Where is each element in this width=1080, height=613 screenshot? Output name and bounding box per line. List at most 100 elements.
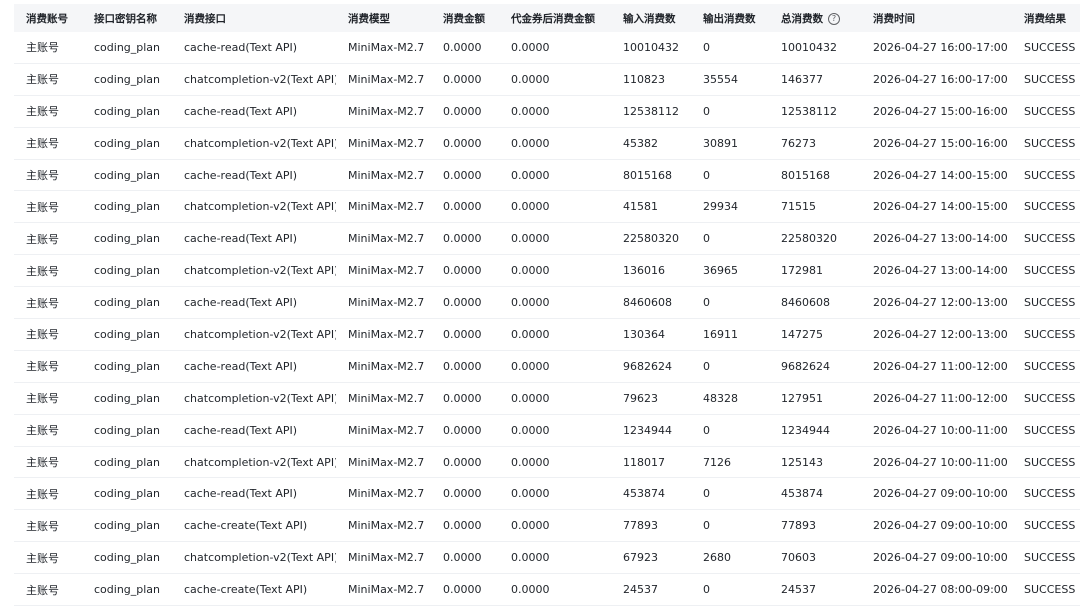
cell-amount-after-voucher: 0.0000 bbox=[499, 222, 611, 256]
cell-account: 主账号 bbox=[14, 477, 82, 511]
cell-total-count: 12538112 bbox=[769, 95, 861, 128]
cell-api-key-name: coding_plan bbox=[82, 605, 172, 613]
cell-total-count: 146377 bbox=[769, 63, 861, 96]
cell-total-count: 147275 bbox=[769, 318, 861, 351]
column-header-time: 消费时间 bbox=[861, 4, 1012, 32]
cell-api-key-name: coding_plan bbox=[82, 541, 172, 575]
cell-time: 2026-04-27 09:00-10:00 bbox=[861, 509, 1012, 543]
cell-model: MiniMax-M2.7 bbox=[336, 63, 431, 96]
cell-output-count: 0 bbox=[691, 286, 769, 320]
cell-api: chatcompletion-v2(Text API) bbox=[172, 446, 336, 479]
cell-output-count: 35554 bbox=[691, 63, 769, 96]
cell-output-count: 126 bbox=[691, 605, 769, 613]
cell-model: MiniMax-M2.7 bbox=[336, 254, 431, 288]
table-row: 主账号 coding_plan cache-read(Text API) MiniMa… bbox=[14, 286, 1080, 320]
table-header-row: 消费账号 接口密钥名称 消费接口 消费模型 消费金额 代金券后消费金额 输入消费… bbox=[14, 4, 1080, 32]
cell-input-count: 10010432 bbox=[611, 32, 691, 64]
cell-amount-after-voucher: 0.0000 bbox=[499, 286, 611, 320]
cell-amount-after-voucher: 0.0000 bbox=[499, 95, 611, 128]
cell-time: 2026-04-27 08:00-09:00 bbox=[861, 573, 1012, 607]
column-header-model: 消费模型 bbox=[336, 4, 431, 32]
cell-result: SUCCESS bbox=[1012, 190, 1080, 224]
cell-api-key-name: coding_plan bbox=[82, 190, 172, 224]
cell-output-count: 0 bbox=[691, 32, 769, 64]
cell-model: MiniMax-M2.7 bbox=[336, 318, 431, 351]
cell-result: SUCCESS bbox=[1012, 95, 1080, 128]
cell-amount: 0.0000 bbox=[431, 254, 499, 288]
table-row: 主账号coding_planchatcompletion-v2(Text API… bbox=[14, 541, 1080, 575]
cell-input-count: 118017 bbox=[611, 446, 691, 479]
table-row: 主账号coding_planchatcompletion-v2(Text API… bbox=[14, 254, 1080, 288]
cell-result: SUCCESS bbox=[1012, 286, 1080, 320]
cell-output-count: 48328 bbox=[691, 382, 769, 415]
cell-api: chatcompletion-v2(Text API) bbox=[172, 63, 336, 96]
cell-account: 主账号 bbox=[14, 254, 82, 288]
cell-model: MiniMax-M2.7 bbox=[336, 477, 431, 511]
cell-output-count: 0 bbox=[691, 477, 769, 511]
cell-amount-after-voucher: 0.0000 bbox=[499, 318, 611, 351]
cell-input-count: 77893 bbox=[611, 509, 691, 543]
cell-result: SUCCESS bbox=[1012, 127, 1080, 160]
cell-amount-after-voucher: 0.0000 bbox=[499, 382, 611, 415]
cell-amount: 0.0000 bbox=[431, 509, 499, 543]
cell-amount-after-voucher: 0.0000 bbox=[499, 63, 611, 96]
cell-amount-after-voucher: 0.0000 bbox=[499, 414, 611, 447]
cell-api: cache-read(Text API) bbox=[172, 286, 336, 320]
cell-amount: 0.0000 bbox=[431, 63, 499, 96]
cell-amount-after-voucher: 0.0000 bbox=[499, 446, 611, 479]
cell-account: 主账号 bbox=[14, 190, 82, 224]
cell-total-count: 10010432 bbox=[769, 32, 861, 64]
cell-model: MiniMax-M2.7 bbox=[336, 573, 431, 607]
cell-input-count: 136016 bbox=[611, 254, 691, 288]
table-row: 主账号coding_planchatcompletion-v2(Text API… bbox=[14, 190, 1080, 224]
cell-output-count: 0 bbox=[691, 222, 769, 256]
cell-api-key-name: coding_plan bbox=[82, 414, 172, 447]
cell-output-count: 0 bbox=[691, 95, 769, 128]
cell-api: chatcompletion-v2(Text API) bbox=[172, 605, 336, 613]
cell-result: SUCCESS bbox=[1012, 32, 1080, 64]
cell-time: 2026-04-27 15:00-16:00 bbox=[861, 95, 1012, 128]
cell-amount-after-voucher: 0.0000 bbox=[499, 127, 611, 160]
cell-amount: 0.0000 bbox=[431, 32, 499, 64]
cell-model: MiniMax-M2.7 bbox=[336, 605, 431, 613]
cell-time: 2026-04-27 10:00-11:00 bbox=[861, 414, 1012, 447]
cell-amount: 0.0000 bbox=[431, 190, 499, 224]
cell-model: MiniMax-M2.7 bbox=[336, 382, 431, 415]
cell-total-count: 8015168 bbox=[769, 159, 861, 192]
cell-output-count: 0 bbox=[691, 509, 769, 543]
table-row: 主账号 coding_plan cache-read(Text API) MiniMa… bbox=[14, 95, 1080, 128]
column-header-api: 消费接口 bbox=[172, 4, 336, 32]
cell-api-key-name: coding_plan bbox=[82, 286, 172, 320]
cell-time: 2026-04-27 10:00-11:00 bbox=[861, 446, 1012, 479]
cell-account: 主账号 bbox=[14, 509, 82, 543]
column-header-account: 消费账号 bbox=[14, 4, 82, 32]
cell-time: 2026-04-27 11:00-12:00 bbox=[861, 350, 1012, 383]
cell-amount: 0.0000 bbox=[431, 477, 499, 511]
column-header-amount-after-voucher: 代金券后消费金额 bbox=[499, 4, 611, 32]
cell-total-count: 24537 bbox=[769, 573, 861, 607]
question-circle-icon[interactable]: ? bbox=[828, 12, 840, 25]
cell-api-key-name: coding_plan bbox=[82, 222, 172, 256]
cell-result: SUCCESS bbox=[1012, 477, 1080, 511]
cell-amount: 0.0000 bbox=[431, 286, 499, 320]
table-row: 主账号coding_planchatcompletion-v2(Text API… bbox=[14, 318, 1080, 351]
cell-amount: 0.0000 bbox=[431, 605, 499, 613]
cell-account: 主账号 bbox=[14, 446, 82, 479]
cell-result: SUCCESS bbox=[1012, 573, 1080, 607]
cell-output-count: 7126 bbox=[691, 446, 769, 479]
cell-output-count: 16911 bbox=[691, 318, 769, 351]
cell-api-key-name: coding_plan bbox=[82, 382, 172, 415]
cell-api: chatcompletion-v2(Text API) bbox=[172, 318, 336, 351]
cell-total-count: 77893 bbox=[769, 509, 861, 543]
cell-total-count: 275 bbox=[769, 605, 861, 613]
cell-amount: 0.0000 bbox=[431, 446, 499, 479]
cell-input-count: 67923 bbox=[611, 541, 691, 575]
cell-model: MiniMax-M2.7 bbox=[336, 190, 431, 224]
cell-api-key-name: coding_plan bbox=[82, 32, 172, 64]
cell-input-count: 45382 bbox=[611, 127, 691, 160]
column-header-output-count: 输出消费数 bbox=[691, 4, 769, 32]
cell-api: cache-create(Text API) bbox=[172, 573, 336, 607]
table-row: 主账号coding_planchatcompletion-v2(Text API… bbox=[14, 127, 1080, 160]
cell-api-key-name: coding_plan bbox=[82, 127, 172, 160]
cell-amount: 0.0000 bbox=[431, 573, 499, 607]
